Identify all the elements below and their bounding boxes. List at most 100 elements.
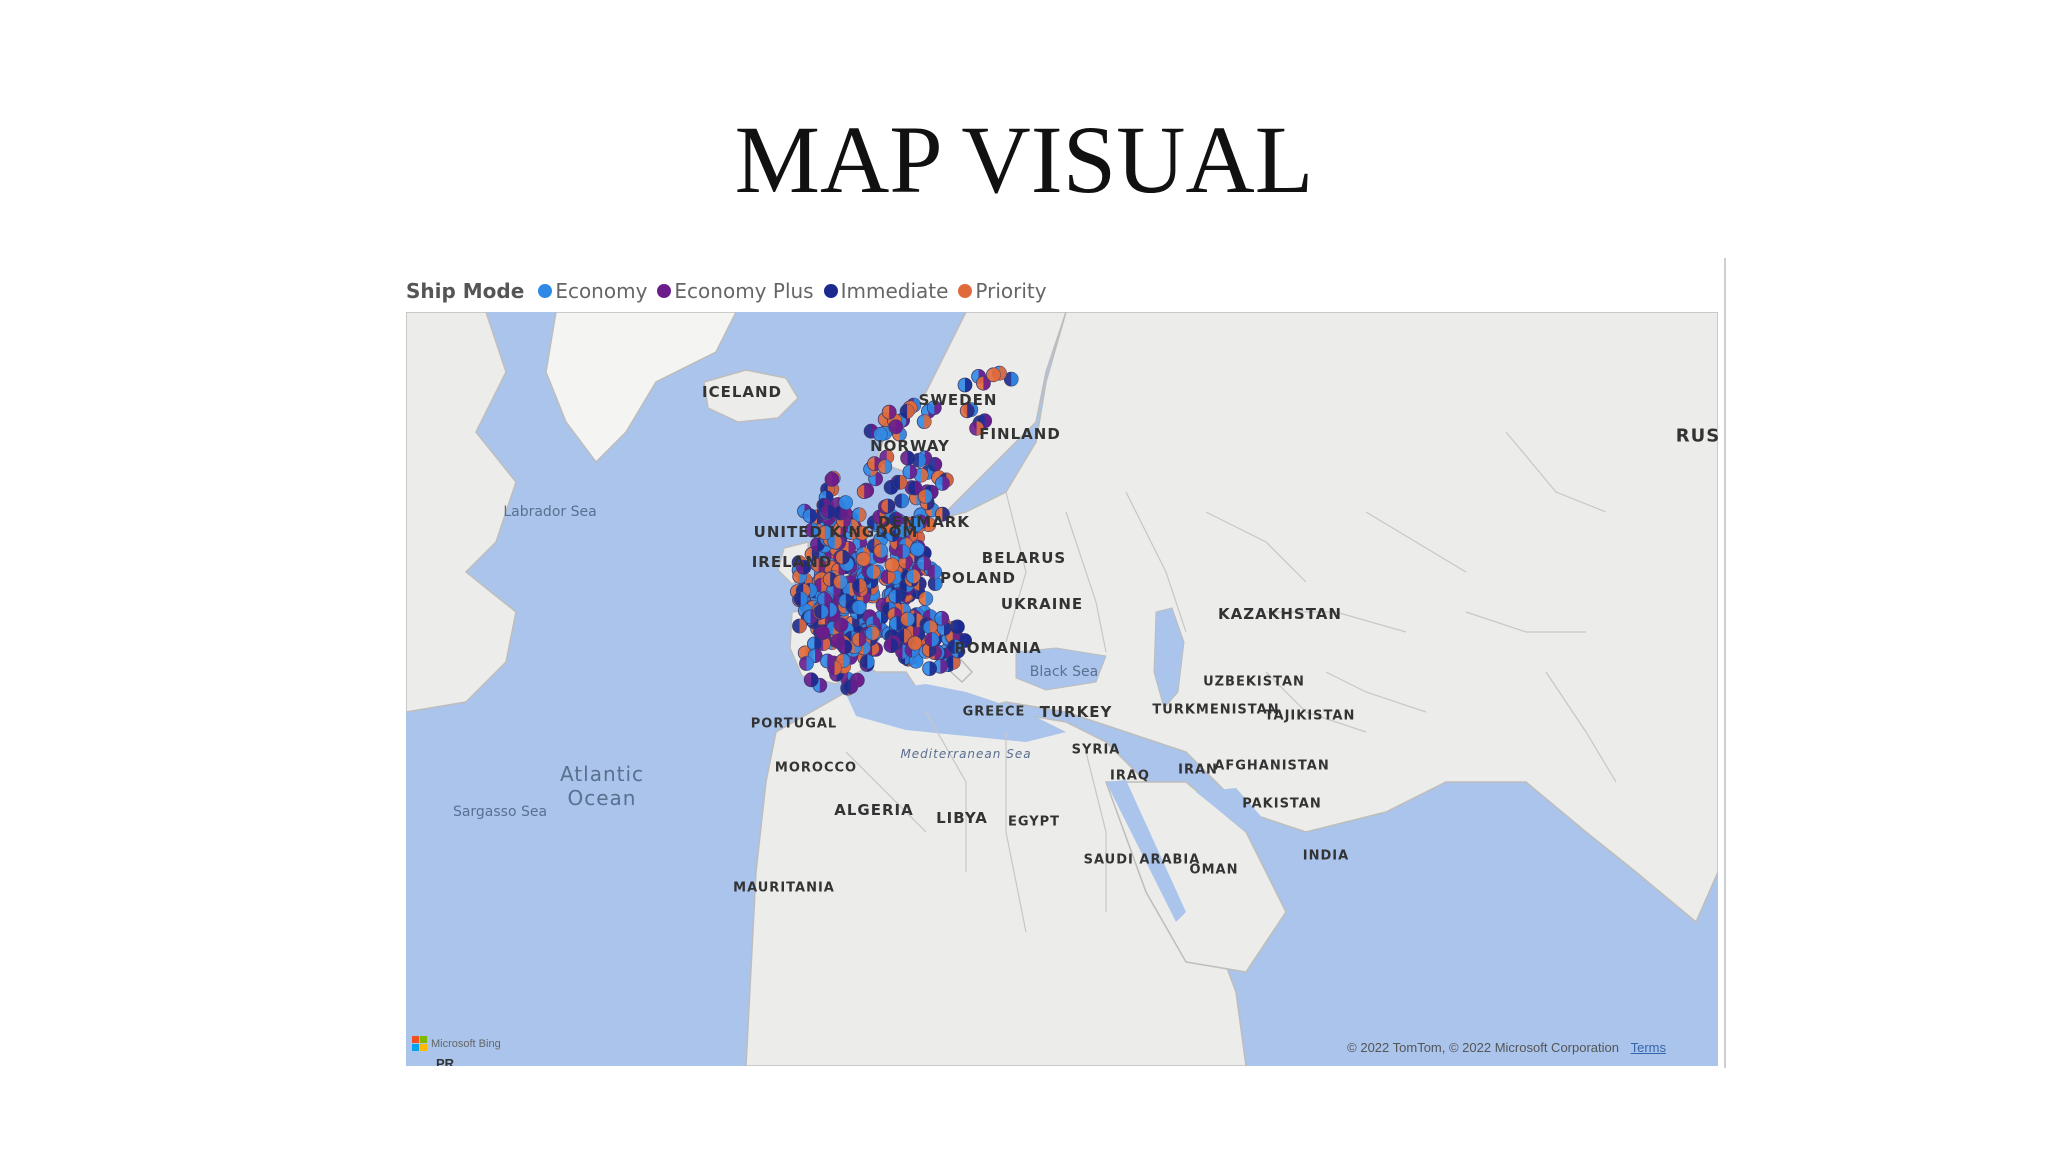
map-marker[interactable]: [986, 367, 1001, 383]
map-marker[interactable]: [851, 578, 867, 594]
label-iraq: IRAQ: [1110, 768, 1150, 784]
map-canvas[interactable]: ICELAND SWEDEN FINLAND NORWAY RUS DENMAR…: [406, 312, 1718, 1066]
label-finland: FINLAND: [979, 425, 1061, 443]
legend-label: Economy: [555, 279, 648, 303]
slide-title: MAP VISUAL: [734, 106, 1314, 213]
label-sargasso-sea: Sargasso Sea: [452, 804, 548, 820]
map-marker[interactable]: [881, 404, 897, 420]
map-marker[interactable]: [922, 661, 937, 677]
label-libya: LIBYA: [936, 809, 988, 827]
map-marker[interactable]: [922, 619, 938, 635]
map-marker[interactable]: [909, 541, 925, 557]
label-labrador-sea: Labrador Sea: [503, 504, 597, 520]
map-marker[interactable]: [883, 638, 899, 653]
map-marker[interactable]: [802, 508, 818, 524]
map-marker[interactable]: [957, 377, 973, 393]
map-marker[interactable]: [819, 653, 835, 669]
map-marker[interactable]: [900, 611, 915, 627]
label-iran: IRAN: [1178, 762, 1218, 778]
map-marker[interactable]: [856, 484, 872, 500]
attribution-text: © 2022 TomTom, © 2022 Microsoft Corporat…: [1347, 1040, 1619, 1055]
label-sweden: SWEDEN: [918, 391, 998, 409]
map-marker[interactable]: [851, 631, 867, 647]
legend-label: Immediate: [840, 279, 949, 303]
map-marker[interactable]: [888, 419, 904, 435]
label-turkey: TURKEY: [1039, 703, 1113, 721]
legend-label: Economy Plus: [674, 279, 814, 303]
map-marker[interactable]: [924, 632, 940, 647]
microsoft-logo-icon: [412, 1036, 427, 1051]
bing-logo: Microsoft Bing: [412, 1036, 501, 1051]
map-legend: Ship Mode Economy Economy Plus Immediate…: [406, 276, 1047, 306]
label-morocco: MOROCCO: [774, 760, 858, 776]
label-mauritania: MAURITANIA: [733, 880, 835, 896]
label-turkmenistan: TURKMENISTAN: [1152, 702, 1280, 718]
map-marker[interactable]: [833, 617, 849, 633]
bing-logo-text: Microsoft Bing: [431, 1037, 501, 1050]
map-marker[interactable]: [911, 452, 927, 468]
map-marker[interactable]: [916, 414, 932, 429]
legend-swatch-immediate: [823, 284, 838, 298]
map-marker[interactable]: [859, 654, 875, 670]
label-saudi-arabia: SAUDI ARABIA: [1083, 852, 1201, 868]
legend-swatch-economy-plus: [657, 284, 672, 298]
map-marker[interactable]: [916, 555, 932, 571]
map-marker[interactable]: [792, 618, 807, 634]
legend-label: Priority: [975, 279, 1047, 303]
map-marker[interactable]: [820, 504, 836, 520]
label-black-sea: Black Sea: [1029, 664, 1099, 680]
map-marker[interactable]: [813, 604, 829, 620]
label-mediterranean-sea: Mediterranean Sea: [900, 747, 1032, 761]
map-marker[interactable]: [894, 493, 910, 509]
map-marker[interactable]: [803, 672, 819, 688]
map-marker[interactable]: [950, 619, 965, 635]
map-marker[interactable]: [843, 679, 859, 695]
label-norway: NORWAY: [870, 437, 950, 455]
map-marker[interactable]: [837, 639, 853, 655]
legend-item-immediate[interactable]: Immediate: [823, 279, 949, 303]
terms-link[interactable]: Terms: [1631, 1040, 1666, 1055]
legend-title: Ship Mode: [406, 279, 525, 303]
map-marker[interactable]: [873, 543, 889, 559]
map-marker[interactable]: [934, 610, 950, 626]
label-egypt: EGYPT: [1007, 814, 1061, 830]
map-marker[interactable]: [793, 591, 809, 607]
map-marker[interactable]: [838, 495, 854, 511]
map-marker[interactable]: [865, 564, 881, 580]
map-marker[interactable]: [888, 588, 904, 604]
map-marker[interactable]: [895, 544, 911, 559]
label-poland: POLAND: [940, 569, 1016, 587]
label-portugal: PORTUGAL: [750, 716, 838, 732]
map-marker[interactable]: [902, 464, 918, 480]
map-marker[interactable]: [799, 656, 814, 671]
map-marker[interactable]: [892, 474, 908, 490]
map-marker[interactable]: [935, 475, 950, 491]
label-syria: SYRIA: [1071, 742, 1121, 758]
map-marker[interactable]: [851, 599, 867, 615]
map-marker[interactable]: [905, 568, 921, 584]
label-tajikistan: TAJIKISTAN: [1264, 708, 1356, 724]
label-romania: ROMANIA: [954, 639, 1042, 657]
map-marker[interactable]: [877, 459, 893, 475]
map-marker[interactable]: [899, 403, 915, 419]
map-marker[interactable]: [884, 557, 900, 573]
map-marker[interactable]: [832, 574, 848, 590]
label-afghanistan: AFGHANISTAN: [1214, 758, 1330, 774]
data-points-layer: [789, 365, 1019, 696]
map-marker[interactable]: [917, 488, 933, 504]
label-rus: RUS: [1675, 425, 1718, 447]
map-marker[interactable]: [918, 591, 934, 607]
map-marker[interactable]: [855, 551, 871, 567]
legend-item-priority[interactable]: Priority: [958, 279, 1047, 303]
legend-item-economy-plus[interactable]: Economy Plus: [657, 279, 814, 303]
map-marker[interactable]: [835, 549, 851, 565]
legend-item-economy[interactable]: Economy: [538, 279, 647, 303]
label-oman: OMAN: [1189, 862, 1239, 878]
map-marker[interactable]: [907, 635, 923, 651]
label-greece: GREECE: [962, 704, 1026, 720]
map-marker[interactable]: [864, 625, 880, 641]
label-kazakhstan: KAZAKHSTAN: [1218, 605, 1342, 623]
map-marker[interactable]: [880, 498, 896, 514]
label-algeria: ALGERIA: [834, 801, 914, 819]
map-marker[interactable]: [824, 471, 840, 487]
